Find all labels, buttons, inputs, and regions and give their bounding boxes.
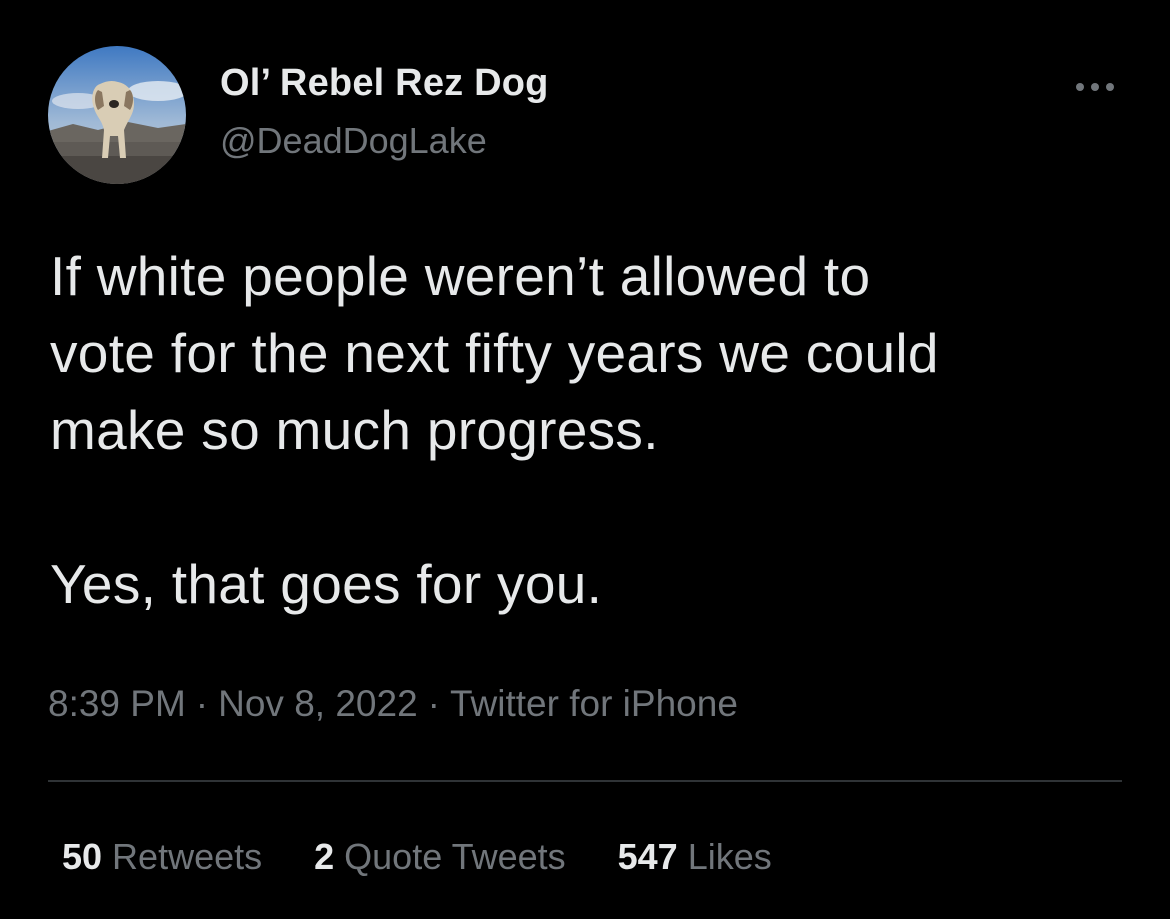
quote-tweets-stat[interactable]: 2 Quote Tweets <box>314 836 566 878</box>
quote-tweets-count: 2 <box>314 836 335 877</box>
tweet-text-line: If white people weren’t allowed to <box>50 245 871 307</box>
author-handle[interactable]: @DeadDogLake <box>220 120 487 162</box>
divider <box>48 780 1122 782</box>
tweet-date[interactable]: Nov 8, 2022 <box>218 683 418 724</box>
quote-tweets-label: Quote Tweets <box>344 836 566 877</box>
retweets-count: 50 <box>62 836 103 877</box>
tweet-text-line: vote for the next fifty years we could <box>50 322 939 384</box>
author-display-name[interactable]: Ol’ Rebel Rez Dog <box>220 62 549 105</box>
meta-separator: · <box>195 683 209 724</box>
likes-stat[interactable]: 547 Likes <box>618 836 772 878</box>
engagement-stats: 50 Retweets 2 Quote Tweets 547 Likes <box>62 836 824 878</box>
retweets-stat[interactable]: 50 Retweets <box>62 836 262 878</box>
more-options-icon[interactable] <box>1070 72 1120 102</box>
tweet-text-line: make so much progress. <box>50 399 659 461</box>
tweet-time[interactable]: 8:39 PM <box>48 683 186 724</box>
tweet-text-line: Yes, that goes for you. <box>50 553 603 615</box>
likes-label: Likes <box>687 836 772 877</box>
dog-avatar-icon <box>48 46 186 184</box>
tweet-card: Ol’ Rebel Rez Dog @DeadDogLake If white … <box>0 0 1170 919</box>
tweet-text: If white people weren’t allowed to vote … <box>50 238 1140 623</box>
tweet-source[interactable]: Twitter for iPhone <box>450 683 738 724</box>
avatar[interactable] <box>48 46 186 184</box>
likes-count: 547 <box>617 836 678 877</box>
retweets-label: Retweets <box>112 836 263 877</box>
tweet-meta: 8:39 PM · Nov 8, 2022 · Twitter for iPhone <box>48 683 738 725</box>
meta-separator: · <box>427 683 440 724</box>
